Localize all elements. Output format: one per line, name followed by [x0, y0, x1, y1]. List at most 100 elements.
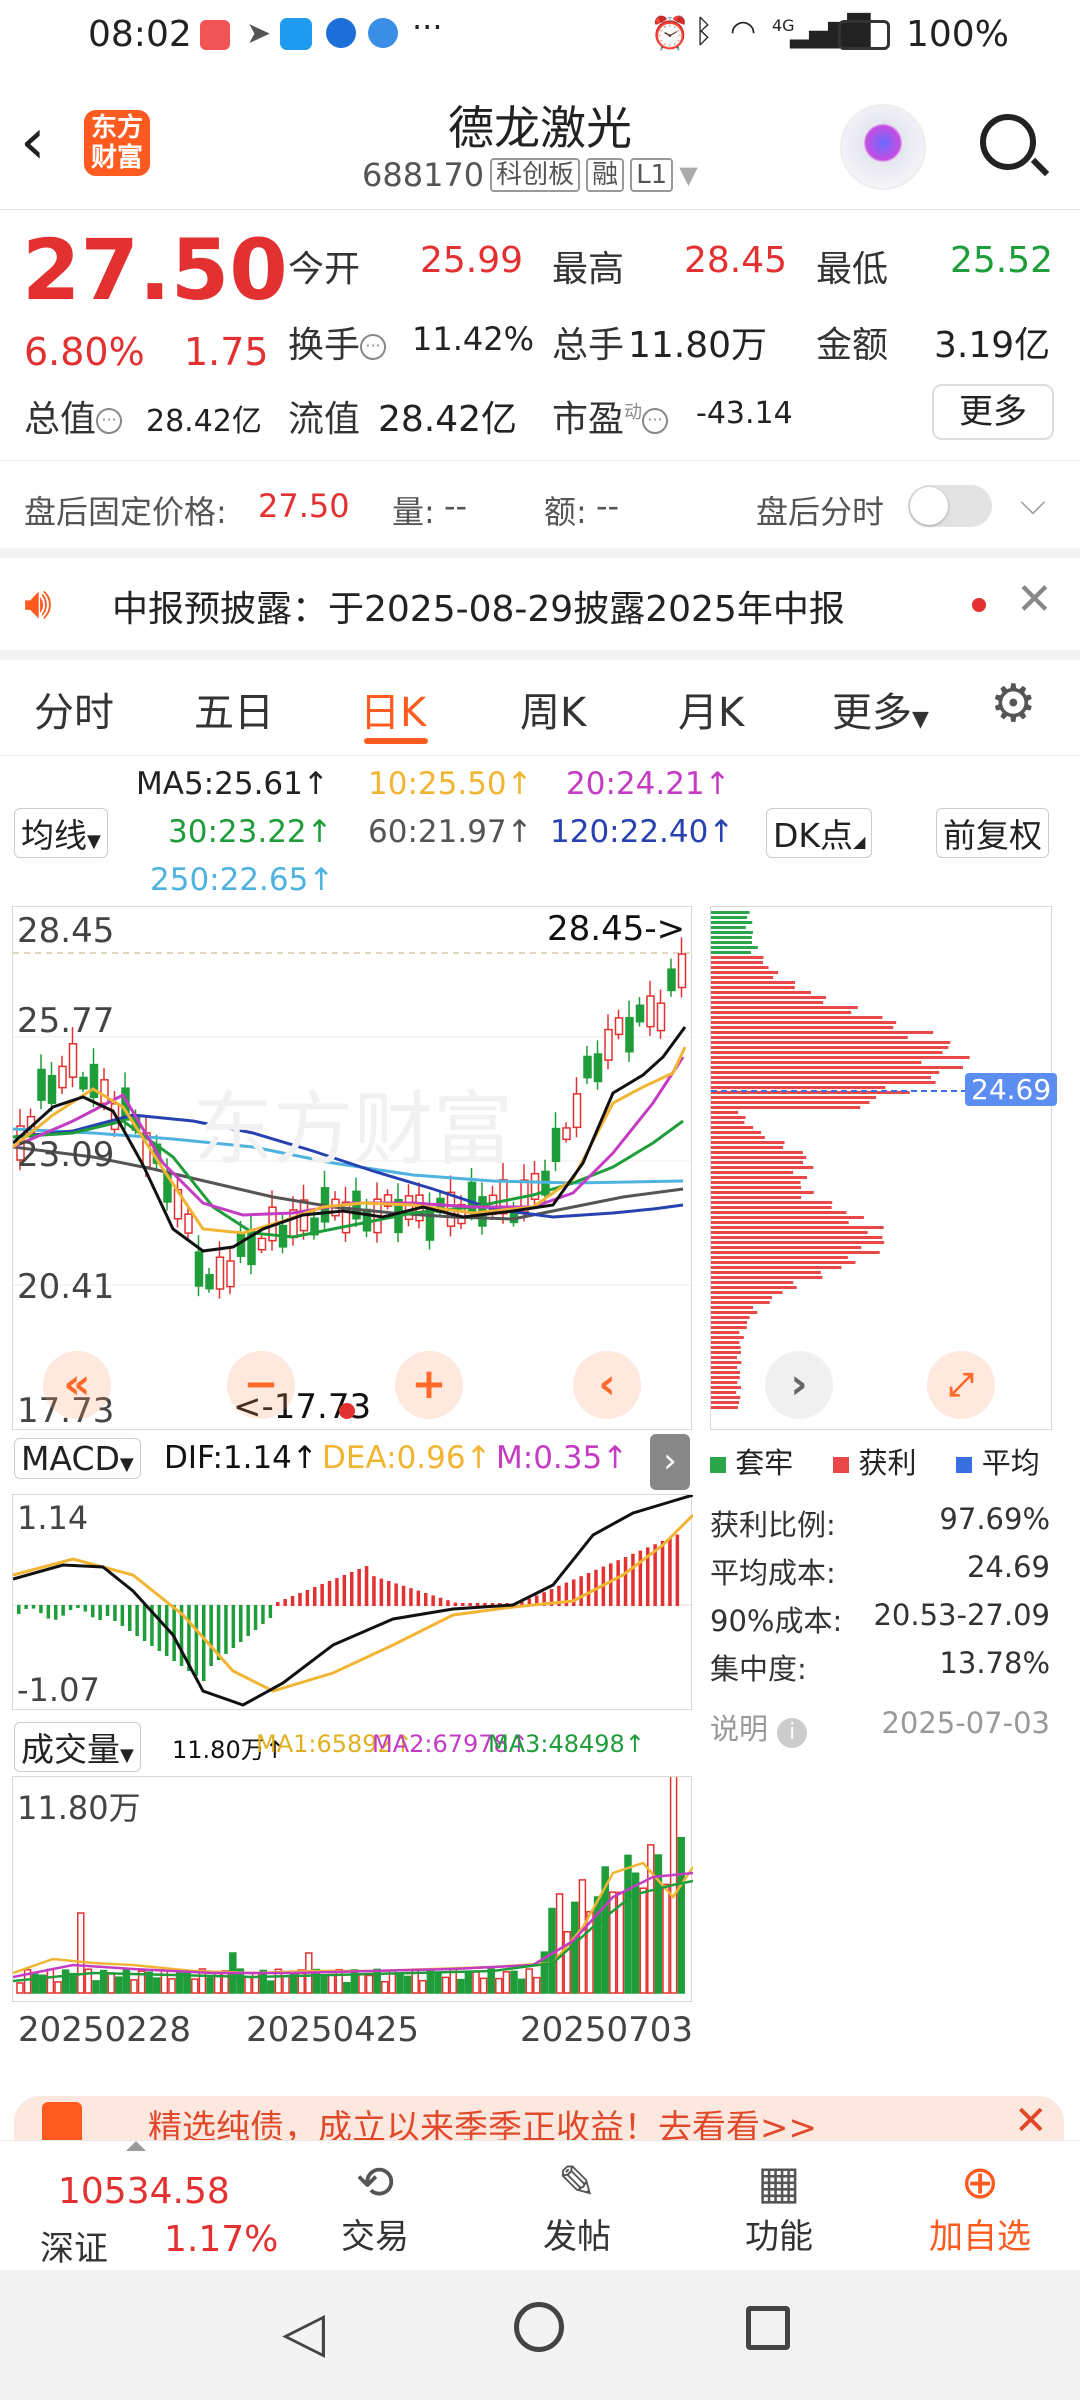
tab-weekly-k[interactable]: 周K — [520, 680, 586, 738]
tab-monthly-k[interactable]: 月K — [678, 680, 744, 738]
candle-body — [194, 1251, 204, 1287]
info-icon[interactable]: ··· — [96, 408, 123, 434]
info-icon[interactable]: ··· — [360, 334, 387, 360]
chip-bar — [711, 911, 750, 914]
chip-bar — [711, 1276, 823, 1279]
macd-bar — [424, 1593, 428, 1606]
fullscreen-icon[interactable]: ⤢ — [927, 1351, 995, 1419]
unread-dot — [972, 598, 986, 612]
tab-intraday[interactable]: 分时 — [34, 680, 114, 738]
chip-bar — [711, 1376, 740, 1379]
volume-bar — [472, 1971, 480, 1994]
close-icon[interactable]: ✕ — [1014, 2098, 1048, 2144]
chip-forward-icon[interactable]: › — [765, 1351, 833, 1419]
more-button[interactable]: 更多 — [932, 384, 1054, 440]
macd-bar — [61, 1605, 65, 1616]
macd-chart[interactable]: 1.14 -1.07 — [12, 1494, 693, 1710]
tab-five-day[interactable]: 五日 — [194, 680, 274, 738]
tab-daily-k[interactable]: 日K — [360, 680, 426, 738]
volume-bar — [639, 1887, 647, 1994]
volume-bar — [624, 1854, 632, 1994]
index-toggle-arrow[interactable] — [126, 2141, 146, 2151]
macd-bar — [579, 1576, 583, 1606]
info-icon[interactable]: ··· — [642, 408, 669, 434]
candle-body — [215, 1256, 225, 1290]
zoom-in-icon[interactable]: + — [395, 1351, 463, 1419]
zoom-out-icon[interactable]: − — [227, 1351, 295, 1419]
chip-bar — [711, 1156, 807, 1159]
settings-gear-icon[interactable]: ⚙ — [990, 674, 1037, 734]
add-watchlist-button[interactable]: ⊕ 加自选 — [918, 2155, 1042, 2258]
macd-dif: DIF:1.14↑ — [164, 1440, 318, 1476]
kline-y-label: 23.09 — [17, 1135, 115, 1175]
search-icon[interactable] — [980, 114, 1050, 177]
index-value[interactable]: 10534.58 — [58, 2171, 230, 2212]
concentration-row: 集中度: 13.78% — [710, 1646, 1050, 1686]
function-button[interactable]: ▦ 功能 — [734, 2155, 824, 2258]
candle-body — [362, 1208, 372, 1232]
chip-bar — [711, 1031, 934, 1034]
kline-chart[interactable]: 东方财富 28.45 25.77 23.09 20.41 17.73 28.45… — [12, 906, 693, 1431]
volume-bar — [517, 1978, 526, 1994]
macd-selector[interactable]: MACD▼ — [14, 1438, 141, 1479]
chip-note-row[interactable]: 说明 i 2025-07-03 — [710, 1706, 1050, 1748]
kline-y-label: 28.45 — [17, 911, 115, 951]
afterhours-toggle[interactable] — [908, 485, 992, 527]
volume-bar — [495, 1977, 503, 1994]
volume-bar — [153, 1977, 161, 1994]
volume-chart[interactable]: 11.80万 — [12, 1776, 693, 2002]
tab-more[interactable]: 更多▼ — [832, 680, 929, 738]
chip-distribution-chart[interactable]: 24.69 › ⤢ — [710, 906, 1058, 1430]
page-left-icon[interactable]: ‹ — [573, 1351, 641, 1419]
chip-bar — [711, 1016, 883, 1019]
cost90-row: 90%成本: 20.53-27.09 — [710, 1598, 1050, 1638]
chip-bar — [711, 961, 763, 964]
active-tab-indicator — [364, 738, 428, 744]
close-icon[interactable]: ✕ — [1016, 574, 1053, 625]
page-left-double-icon[interactable]: « — [43, 1351, 111, 1419]
chip-bar — [711, 1201, 833, 1204]
macd-bar — [46, 1605, 51, 1619]
volume-selector[interactable]: 成交量▼ — [14, 1722, 141, 1772]
ma-selector[interactable]: 均线▼ — [14, 808, 108, 858]
candle-body — [625, 1016, 634, 1053]
dk-point-button[interactable]: DK点◢ — [766, 808, 873, 858]
change-amount: 1.75 — [184, 330, 269, 374]
promo-banner[interactable]: 精选纯债，成立以来季季正收益！去看看>> ✕ — [14, 2096, 1064, 2146]
dropdown-arrow-icon[interactable]: ▼ — [679, 161, 697, 189]
chip-bar — [711, 1281, 794, 1284]
nav-home-icon[interactable] — [514, 2302, 564, 2352]
trade-button[interactable]: ⟲ 交易 — [330, 2155, 420, 2258]
volume-bar — [548, 1907, 556, 1994]
macd-bar — [475, 1603, 480, 1606]
expand-chevron-icon[interactable]: ⌵ — [1020, 483, 1046, 523]
marker-dot — [339, 1403, 355, 1419]
chip-bar — [711, 1271, 821, 1274]
macd-bar — [298, 1593, 302, 1606]
notification-app-icon — [200, 20, 230, 50]
volume-bar — [244, 1976, 252, 1994]
low-value: 25.52 — [950, 240, 1054, 281]
macd-bar — [157, 1605, 162, 1651]
volume-bar — [16, 1982, 24, 1994]
volume-bar — [31, 1973, 39, 1994]
notice-bar[interactable]: 🔊︎ 中报预披露：于2025-08-29披露2025年中报 ✕ — [0, 558, 1080, 650]
macd-bar — [616, 1560, 620, 1606]
chip-bar — [711, 1186, 802, 1189]
chip-bar — [711, 1301, 770, 1304]
macd-bar — [461, 1603, 465, 1606]
adjust-button[interactable]: 前复权 — [936, 808, 1049, 858]
robot-assistant-icon[interactable] — [840, 104, 926, 190]
chip-bar — [711, 1161, 804, 1164]
low-label: 最低 — [816, 249, 889, 290]
nav-back-icon[interactable]: ◁ — [282, 2300, 325, 2365]
macd-bar — [305, 1590, 310, 1606]
post-button[interactable]: ✎ 发帖 — [532, 2155, 622, 2258]
kline-y-label: 20.41 — [17, 1267, 115, 1307]
expand-indicators-icon[interactable]: › — [650, 1434, 690, 1490]
chip-bar — [711, 1191, 814, 1194]
notice-text: 中报预披露：于2025-08-29披露2025年中报 — [112, 589, 845, 630]
chip-bar — [711, 1081, 936, 1084]
nav-recents-icon[interactable] — [746, 2306, 790, 2350]
ma250-value: 250:22.65↑ — [150, 862, 335, 898]
